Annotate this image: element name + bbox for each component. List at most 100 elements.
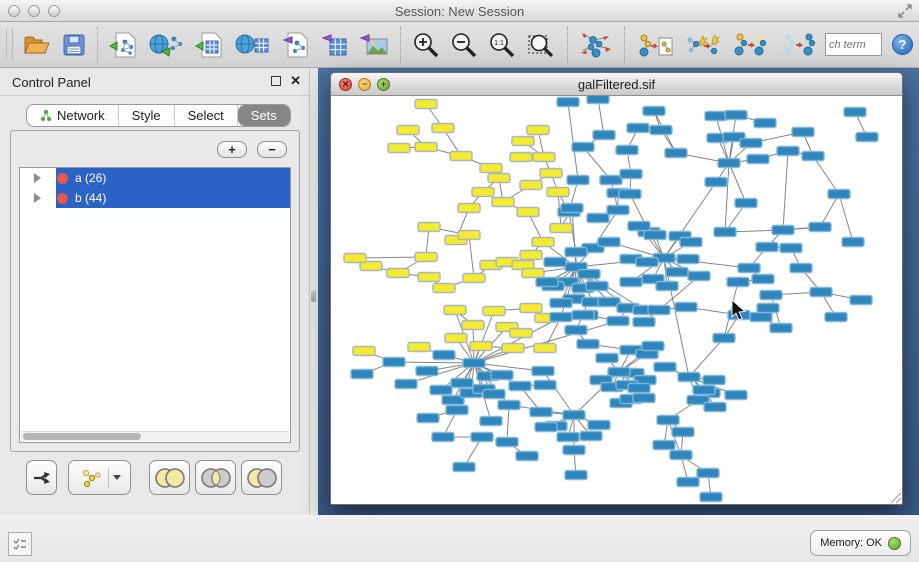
graph-node[interactable] — [747, 155, 769, 164]
graph-node[interactable] — [593, 131, 615, 140]
graph-node[interactable] — [483, 307, 505, 316]
graph-node[interactable] — [388, 144, 410, 153]
graph-node[interactable] — [650, 126, 672, 135]
graph-node[interactable] — [620, 278, 642, 287]
graph-node[interactable] — [432, 124, 454, 133]
graph-node[interactable] — [510, 329, 532, 338]
tab-select[interactable]: Select — [175, 105, 238, 126]
graph-node[interactable] — [491, 371, 513, 380]
graph-node[interactable] — [596, 354, 618, 363]
graph-node[interactable] — [577, 340, 599, 349]
graph-node[interactable] — [680, 238, 702, 247]
graph-node[interactable] — [628, 222, 650, 231]
graph-node[interactable] — [458, 204, 480, 213]
graph-node[interactable] — [383, 358, 405, 367]
graph-node[interactable] — [533, 153, 555, 162]
graph-node[interactable] — [536, 278, 558, 287]
graph-node[interactable] — [672, 428, 694, 437]
graph-node[interactable] — [703, 376, 725, 385]
graph-node[interactable] — [670, 451, 692, 460]
export-image-button[interactable] — [354, 26, 394, 64]
graph-node[interactable] — [750, 313, 772, 322]
import-table-file-button[interactable] — [190, 26, 230, 64]
import-network-file-button[interactable] — [104, 26, 144, 64]
graph-node[interactable] — [483, 390, 505, 399]
export-table-button[interactable] — [316, 26, 354, 64]
graph-node[interactable] — [850, 296, 872, 305]
graph-node[interactable] — [430, 386, 452, 395]
fullscreen-icon[interactable] — [897, 3, 913, 19]
graph-node[interactable] — [520, 181, 542, 190]
graph-node[interactable] — [415, 100, 437, 109]
tab-style[interactable]: Style — [119, 105, 175, 126]
graph-node[interactable] — [565, 326, 587, 335]
graph-node[interactable] — [770, 324, 792, 333]
graph-node[interactable] — [463, 359, 485, 368]
graph-node[interactable] — [451, 379, 473, 388]
tab-network[interactable]: Network — [27, 105, 119, 126]
graph-node[interactable] — [432, 433, 454, 442]
graph-node[interactable] — [471, 433, 493, 442]
graph-node[interactable] — [842, 238, 864, 247]
graph-node[interactable] — [351, 370, 373, 379]
graph-node[interactable] — [446, 406, 468, 415]
graph-node[interactable] — [678, 373, 700, 382]
graph-node[interactable] — [512, 137, 534, 146]
graph-node[interactable] — [636, 258, 658, 267]
graph-node[interactable] — [738, 264, 760, 273]
graph-node[interactable] — [418, 273, 440, 282]
graph-node[interactable] — [587, 96, 609, 104]
zoom-out-button[interactable] — [445, 26, 483, 64]
graph-node[interactable] — [480, 417, 502, 426]
graph-node[interactable] — [665, 149, 687, 158]
graph-node[interactable] — [700, 493, 722, 502]
graph-node[interactable] — [725, 111, 747, 120]
graph-node[interactable] — [557, 98, 579, 107]
close-panel-icon[interactable] — [290, 73, 301, 89]
search-input[interactable] — [825, 33, 882, 56]
graph-node[interactable] — [642, 342, 664, 351]
graph-node[interactable] — [633, 318, 655, 327]
show-all-button[interactable] — [775, 26, 823, 64]
disclosure-triangle-icon[interactable] — [34, 193, 41, 203]
graph-node[interactable] — [713, 334, 735, 343]
split-set-button[interactable] — [26, 460, 57, 495]
graph-node[interactable] — [544, 258, 566, 267]
import-network-url-button[interactable] — [144, 26, 190, 64]
select-first-neighbors-button[interactable] — [679, 26, 727, 64]
zoom-fit-selected-button[interactable] — [521, 26, 561, 64]
horizontal-scrollbar[interactable] — [21, 431, 289, 441]
graph-node[interactable] — [598, 238, 620, 247]
graph-node[interactable] — [557, 433, 579, 442]
hide-selected-button[interactable] — [727, 26, 775, 64]
graph-node[interactable] — [520, 304, 542, 313]
graph-node[interactable] — [654, 363, 676, 372]
graph-node[interactable] — [780, 244, 802, 253]
graph-node[interactable] — [416, 367, 438, 376]
graph-node[interactable] — [463, 274, 485, 283]
network-from-selection-button[interactable] — [631, 26, 679, 64]
graph-node[interactable] — [502, 344, 524, 353]
graph-node[interactable] — [735, 199, 757, 208]
graph-node[interactable] — [607, 206, 629, 215]
graph-node[interactable] — [688, 272, 710, 281]
graph-node[interactable] — [415, 253, 437, 262]
graph-node[interactable] — [809, 223, 831, 232]
graph-node[interactable] — [666, 268, 688, 277]
graph-node[interactable] — [520, 251, 542, 260]
graph-node[interactable] — [480, 164, 502, 173]
graph-node[interactable] — [387, 269, 409, 278]
resize-grip-icon[interactable] — [891, 493, 901, 503]
graph-node[interactable] — [772, 226, 794, 235]
zoom-in-button[interactable] — [407, 26, 445, 64]
memory-status-button[interactable]: Memory: OK — [810, 530, 911, 556]
graph-node[interactable] — [619, 190, 641, 199]
graph-node[interactable] — [752, 275, 774, 284]
export-network-button[interactable] — [276, 26, 316, 64]
graph-node[interactable] — [653, 441, 675, 450]
graph-node[interactable] — [488, 174, 510, 183]
graph-node[interactable] — [353, 347, 375, 356]
graph-node[interactable] — [792, 128, 814, 137]
graph-node[interactable] — [462, 321, 484, 330]
zoom-actual-size-button[interactable]: 1:1 — [483, 26, 521, 64]
